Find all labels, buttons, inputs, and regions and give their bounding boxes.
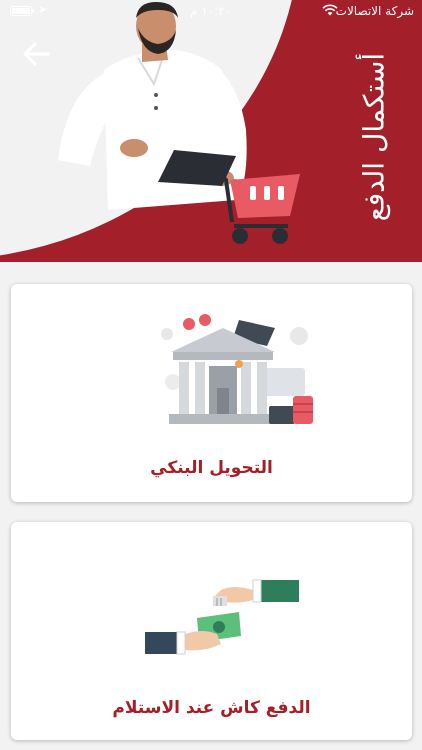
page-title: أستكمال الدفع — [357, 52, 391, 222]
battery-icon — [10, 6, 34, 16]
bank-transfer-label: التحويل البنكي — [150, 458, 273, 478]
bank-transfer-option[interactable]: التحويل البنكي — [11, 284, 412, 502]
status-time: ١٠:٢٠ م — [190, 4, 232, 18]
cash-on-delivery-label: الدفع كاش عند الاستلام — [112, 698, 311, 718]
location-arrow-icon: ➤ — [38, 3, 48, 16]
status-bar: ➤ ١٠:٢٠ م شركة الاتصالات — [0, 0, 422, 22]
carrier-name: شركة الاتصالات — [335, 4, 414, 18]
back-arrow-icon[interactable] — [18, 36, 54, 72]
bank-icon — [161, 314, 313, 424]
cash-handover-icon — [145, 579, 299, 655]
cash-on-delivery-option[interactable]: الدفع كاش عند الاستلام — [11, 522, 412, 740]
shopper-illustration — [58, 2, 300, 244]
